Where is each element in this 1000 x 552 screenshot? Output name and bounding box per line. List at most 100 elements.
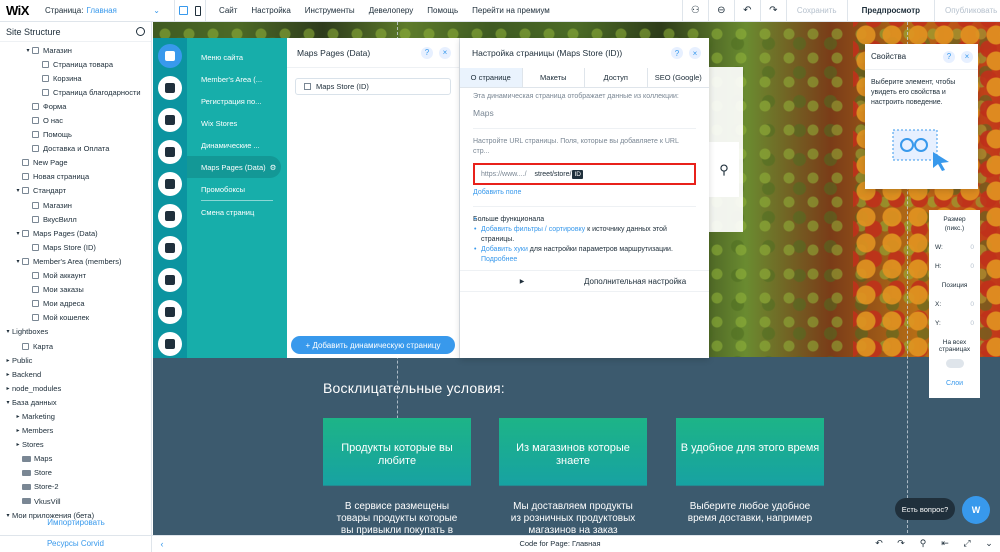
pages-menu-item[interactable]: Динамические ... xyxy=(187,134,287,156)
indent-icon[interactable]: ⇤ xyxy=(934,538,956,549)
tab-about-page[interactable]: О странице xyxy=(460,68,523,87)
tree-item[interactable]: ВкусВилл xyxy=(0,212,151,226)
mobile-icon[interactable] xyxy=(194,5,201,16)
layers-link[interactable]: Слои xyxy=(929,380,980,387)
tab-layouts[interactable]: Макеты xyxy=(523,68,585,87)
add-dynamic-page-button[interactable]: + Добавить динамическую страницу xyxy=(291,336,455,354)
chevron-right-icon[interactable]: ▸ xyxy=(14,441,22,448)
chat-question-button[interactable]: Есть вопрос? xyxy=(895,498,955,520)
tree-item[interactable]: ▸ Backend xyxy=(0,367,151,381)
pages-menu-item[interactable]: Member's Area (... xyxy=(187,68,287,90)
menu-help[interactable]: Помощь xyxy=(420,6,465,15)
close-icon[interactable]: × xyxy=(961,50,973,63)
tree-item[interactable]: Мои заказы xyxy=(0,283,151,297)
corvid-resources-link[interactable]: Ресурсы Corvid xyxy=(0,535,152,552)
tree-item[interactable]: ▾ Member's Area (members) xyxy=(0,254,151,268)
chat-avatar[interactable]: W xyxy=(962,496,990,524)
help-icon[interactable]: ? xyxy=(421,46,433,59)
feature-card[interactable]: Продукты которые вы любите В сервисе раз… xyxy=(323,418,471,538)
tab-seo[interactable]: SEO (Google) xyxy=(648,68,710,87)
tab-access[interactable]: Доступ xyxy=(585,68,648,87)
feature-card[interactable]: Из магазинов которые знаете Мы доставляе… xyxy=(499,418,647,538)
import-link[interactable]: Импортировать xyxy=(0,516,152,532)
tree-item[interactable]: Maps xyxy=(0,452,151,466)
database-icon[interactable] xyxy=(158,332,182,356)
tree-item[interactable]: Мой кошелек xyxy=(0,311,151,325)
tree-item[interactable]: ▾ База данных xyxy=(0,395,151,409)
menu-upgrade[interactable]: Перейти на премиум xyxy=(465,6,557,15)
dynamic-page-item[interactable]: Maps Store (ID) xyxy=(295,78,451,95)
search-icon[interactable] xyxy=(136,27,145,36)
wix-logo[interactable]: WiX xyxy=(6,3,29,18)
chevron-down-icon[interactable]: ▾ xyxy=(24,47,32,54)
menu-tools[interactable]: Инструменты xyxy=(298,6,362,15)
background-icon[interactable] xyxy=(158,76,182,100)
all-pages-toggle[interactable] xyxy=(945,359,964,368)
chevron-down-icon[interactable]: ▾ xyxy=(14,230,22,237)
y-value[interactable]: 0 xyxy=(970,320,974,327)
tree-item[interactable]: ▸ Stores xyxy=(0,438,151,452)
chevron-down-icon[interactable]: ▾ xyxy=(14,187,22,194)
tree-item[interactable]: ▸ node_modules xyxy=(0,381,151,395)
tree-item[interactable]: Мои адреса xyxy=(0,297,151,311)
hero-search-box[interactable]: ⚲ xyxy=(709,142,739,197)
chevron-right-icon[interactable]: ▸ xyxy=(4,371,12,378)
help-icon[interactable]: ? xyxy=(943,50,955,63)
collapse-panel-icon[interactable]: ⌄ xyxy=(978,538,1000,549)
menu-developer[interactable]: Девелоперу xyxy=(362,6,421,15)
pages-icon[interactable] xyxy=(158,44,182,68)
chevron-right-icon[interactable]: ▸ xyxy=(14,413,22,420)
redo-icon[interactable]: ↷ xyxy=(890,538,912,549)
tree-item[interactable]: ▾ Maps Pages (Data) xyxy=(0,226,151,240)
height-row[interactable]: H: 0 xyxy=(929,263,980,270)
help-icon[interactable]: ? xyxy=(671,47,683,59)
bookings-icon[interactable] xyxy=(158,268,182,292)
y-row[interactable]: Y: 0 xyxy=(929,320,980,327)
market-icon[interactable] xyxy=(158,300,182,324)
feature-card[interactable]: В удобное для этого время Выберите любое… xyxy=(676,418,824,538)
page-selector[interactable]: Страница: Главная ⌄ xyxy=(45,6,160,15)
tree-item[interactable]: Maps Store (ID) xyxy=(0,240,151,254)
zoom-icon[interactable]: ⊖ xyxy=(707,0,734,22)
tree-item[interactable]: О нас xyxy=(0,113,151,127)
undo-icon[interactable]: ↶ xyxy=(733,0,760,22)
pages-menu-item[interactable]: Регистрация по... xyxy=(187,90,287,112)
search-icon[interactable]: ⚲ xyxy=(912,538,934,549)
pages-menu-item[interactable]: Wix Stores xyxy=(187,112,287,134)
apps-icon[interactable] xyxy=(158,140,182,164)
chevron-right-icon[interactable]: ▸ xyxy=(4,385,12,392)
menu-settings[interactable]: Настройка xyxy=(244,6,297,15)
tree-item[interactable]: ▸ Marketing xyxy=(0,409,151,423)
url-field[interactable]: https://www..../ street/store/ ID xyxy=(473,163,696,185)
chevron-down-icon[interactable]: ▾ xyxy=(4,399,12,406)
chevron-right-icon[interactable]: ▸ xyxy=(14,427,22,434)
tree-item[interactable]: VkusVill xyxy=(0,494,151,508)
width-row[interactable]: W: 0 xyxy=(929,244,980,251)
url-segment[interactable]: street/store/ xyxy=(535,171,572,178)
gear-icon[interactable]: ⚙ xyxy=(270,163,277,172)
url-id-token[interactable]: ID xyxy=(572,169,583,179)
collapse-icon[interactable]: ‹ xyxy=(152,539,172,549)
x-row[interactable]: X: 0 xyxy=(929,301,980,308)
pages-menu-item[interactable]: Промобоксы xyxy=(187,178,287,200)
advanced-settings-row[interactable]: ▶ Дополнительная настройка xyxy=(460,270,709,292)
publish-button[interactable]: Опубликовать xyxy=(934,0,1000,22)
redo-icon[interactable]: ↷ xyxy=(759,0,786,22)
x-value[interactable]: 0 xyxy=(970,301,974,308)
add-field-link[interactable]: Добавить поле xyxy=(473,189,696,196)
width-value[interactable]: 0 xyxy=(970,244,974,251)
add-filters-link[interactable]: Добавить фильтры / сортировку xyxy=(481,226,585,233)
chevron-down-icon[interactable]: ▾ xyxy=(4,328,12,335)
close-icon[interactable]: × xyxy=(439,46,451,59)
height-value[interactable]: 0 xyxy=(970,263,974,270)
pages-menu-item[interactable]: Меню сайта xyxy=(187,46,287,68)
media-icon[interactable] xyxy=(158,172,182,196)
preview-button[interactable]: Предпросмотр xyxy=(846,0,934,22)
pages-menu-item[interactable]: Смена страниц xyxy=(187,201,287,223)
tree-item[interactable]: Магазин xyxy=(0,198,151,212)
save-button[interactable]: Сохранить xyxy=(785,0,847,22)
learn-more-link[interactable]: Подробнее xyxy=(481,256,517,263)
tree-item[interactable]: ▸ Members xyxy=(0,424,151,438)
store-icon[interactable] xyxy=(158,236,182,260)
tree-item[interactable]: Помощь xyxy=(0,128,151,142)
